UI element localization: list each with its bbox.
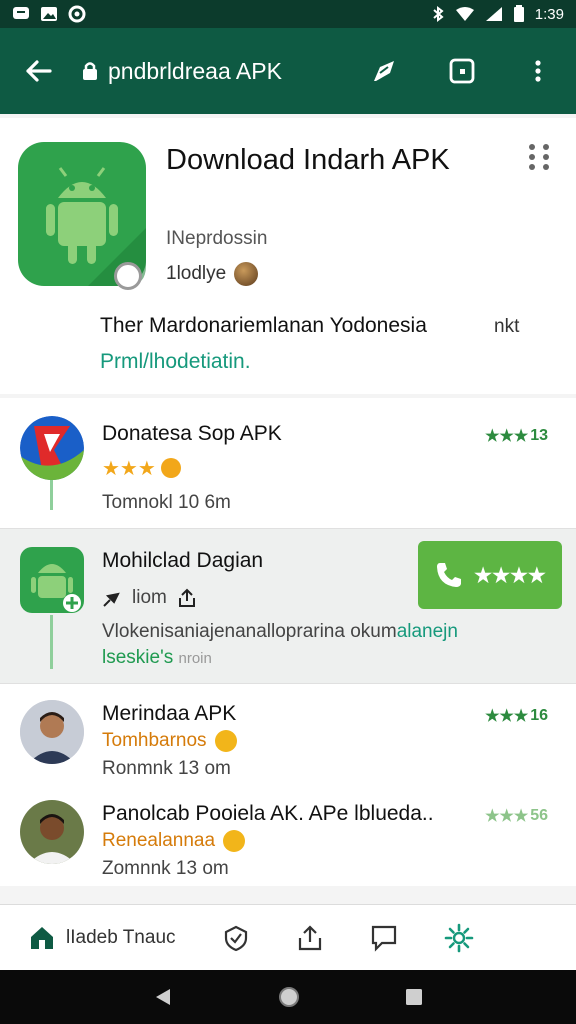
- app-list: Donatesa Sop APK ★★★ 13 ★★★ Tomnokl 10 6…: [0, 398, 576, 886]
- tabs-icon: [449, 58, 475, 84]
- url-text: pndbrldreaa APK: [108, 57, 282, 84]
- nav-messages[interactable]: [370, 924, 398, 952]
- list-item-title: Mohilclad Dagian: [102, 549, 264, 572]
- nav-discover[interactable]: [222, 924, 250, 952]
- recents-square-icon[interactable]: [404, 987, 424, 1007]
- back-triangle-icon[interactable]: [152, 986, 174, 1008]
- list-item-description-2: lseskie's nroin: [102, 647, 212, 668]
- list-item-meta-label: liom: [132, 587, 167, 608]
- status-time: 1:39: [534, 5, 564, 23]
- list-item-selected[interactable]: Mohilclad Dagian liom Vlokenisaniajenana…: [0, 528, 576, 684]
- bluetooth-icon: [433, 6, 444, 22]
- url-bar[interactable]: pndbrldreaa APK: [82, 58, 362, 85]
- timeline-connector: [50, 615, 53, 669]
- emoji-icon: [234, 262, 259, 286]
- app-description: Ther Mardonariemlanan Yodonesia: [100, 314, 427, 337]
- rating-stars: ★★★: [102, 456, 182, 481]
- person-avatar-icon: [20, 700, 84, 764]
- back-button[interactable]: [14, 47, 62, 95]
- status-bar: 1:39: [0, 0, 576, 28]
- status-left-icons: [12, 5, 86, 23]
- list-item[interactable]: Donatesa Sop APK ★★★ 13 ★★★ Tomnokl 10 6…: [0, 398, 576, 528]
- list-item[interactable]: Panolcab Pooiela AK. APe lblueda.. ★★★ 5…: [0, 786, 576, 886]
- nav-share[interactable]: [296, 924, 324, 952]
- star-icon: ★★★: [102, 458, 156, 480]
- upload-icon: [298, 924, 321, 950]
- person-avatar-icon: [20, 800, 84, 864]
- list-item-description: Vlokenisaniajenanalloprarina okumalanejn: [102, 621, 458, 642]
- rating-badge: ★★★ 56: [485, 806, 548, 826]
- tabs-button[interactable]: [438, 47, 486, 95]
- avatar: [20, 700, 84, 764]
- edit-button[interactable]: [362, 47, 410, 95]
- overflow-menu-button[interactable]: [514, 47, 562, 95]
- status-right-icons: 1:39: [431, 5, 564, 23]
- call-action-button[interactable]: ★★★★: [418, 541, 562, 609]
- grid-dots-icon: [529, 144, 549, 170]
- app-link[interactable]: Prml/lhodetiatin.: [100, 350, 251, 374]
- smile-emoji-icon: [214, 730, 237, 752]
- message-icon: [13, 7, 29, 19]
- bottom-navigation: lIadeb Tnauc: [0, 904, 576, 970]
- star-icon: ★★★: [485, 808, 529, 825]
- phone-icon: [437, 563, 462, 587]
- android-app-icon: [20, 547, 84, 613]
- share-icon: [178, 588, 195, 607]
- list-item-subtitle: Ronmnk 13 om: [102, 758, 231, 779]
- pen-icon: [374, 61, 394, 81]
- verified-badge-icon: [114, 262, 142, 290]
- smile-emoji-icon: [223, 830, 246, 852]
- rating-badge: ★★★ 13: [485, 426, 548, 446]
- list-item-title: Merindaa APK: [102, 702, 237, 725]
- wifi-icon: [455, 7, 474, 21]
- list-item-subtitle: Zomnnk 13 om: [102, 858, 229, 879]
- nav-home-label: lIadeb Tnauc: [66, 926, 176, 948]
- toolbar-actions: [362, 47, 562, 95]
- signal-icon: [485, 7, 502, 21]
- system-navigation-bar: [0, 970, 576, 1024]
- rating-badge: ★★★ 16: [485, 706, 548, 726]
- avatar: [20, 800, 84, 864]
- home-circle-icon[interactable]: [277, 985, 301, 1009]
- list-item-subtitle: Tomnokl 10 6m: [102, 492, 231, 513]
- list-item[interactable]: Merindaa APK ★★★ 16 Tomhbarnos Ronmnk 13…: [0, 686, 576, 786]
- more-options-button[interactable]: [526, 142, 552, 172]
- back-arrow-icon: [26, 60, 52, 82]
- list-item-tagline: Renealannaa: [102, 830, 246, 852]
- gear-icon: [444, 923, 473, 952]
- list-item-tagline: Tomhbarnos: [102, 730, 237, 752]
- rating-value: 56: [530, 807, 548, 824]
- pin-icon: [103, 592, 120, 607]
- rating-value: 16: [530, 707, 548, 724]
- star-icon: ★★★: [485, 708, 529, 725]
- app-meta-text: 1lodlye: [166, 263, 227, 284]
- emoji-icon: [161, 458, 182, 478]
- timeline-connector: [50, 480, 53, 510]
- chat-bubble-icon: [371, 925, 396, 952]
- nav-home[interactable]: lIadeb Tnauc: [28, 924, 176, 952]
- image-icon: [41, 7, 57, 21]
- app-header-card: Download Indarh APK INeprdossin 1lodlye …: [0, 118, 576, 394]
- app-developer[interactable]: INeprdossin: [166, 228, 267, 250]
- nav-settings[interactable]: [444, 923, 474, 953]
- app-title: Download Indarh APK: [166, 144, 450, 176]
- more-vert-icon: [535, 60, 541, 82]
- app-logo-icon: [20, 416, 84, 480]
- star-icon: ★★★: [485, 428, 529, 445]
- rating-value: 13: [530, 427, 548, 444]
- home-icon: [31, 926, 53, 949]
- list-item-title: Donatesa Sop APK: [102, 422, 282, 445]
- settings-icon: [68, 5, 86, 23]
- list-item-title: Panolcab Pooiela AK. APe lblueda..: [102, 802, 434, 825]
- app-meta: 1lodlye: [166, 262, 259, 286]
- lock-icon: [83, 62, 97, 80]
- battery-icon: [513, 5, 524, 22]
- app-toolbar: pndbrldreaa APK: [0, 28, 576, 114]
- app-description-tail: nkt: [494, 316, 520, 337]
- list-item-meta: liom: [102, 587, 197, 609]
- shield-check-icon: [224, 925, 247, 951]
- action-stars: ★★★★: [474, 564, 546, 587]
